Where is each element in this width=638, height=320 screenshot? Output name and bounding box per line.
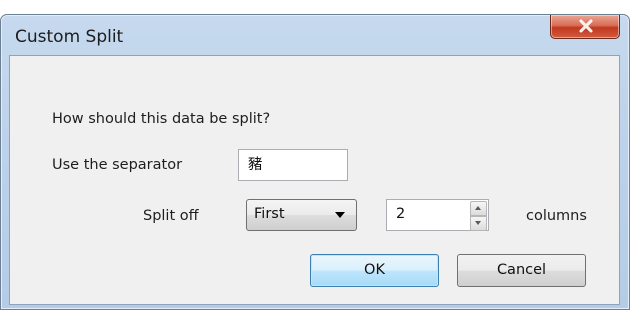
columns-label: columns [526,208,587,224]
dialog-body: How should this data be split? Use the s… [9,55,620,305]
columns-spinner[interactable]: 2 [386,199,489,231]
cancel-button[interactable]: Cancel [457,254,586,287]
spinner-buttons [470,201,487,231]
split-off-selected-value: First [254,206,285,222]
separator-input[interactable]: 豬 [238,149,348,181]
window-title: Custom Split [15,27,124,47]
split-off-dropdown[interactable]: First [246,199,357,231]
arrow-up-icon[interactable] [470,201,487,216]
close-icon [579,19,593,33]
columns-count-value: 2 [396,206,406,222]
separator-label: Use the separator [52,157,183,173]
split-question-label: How should this data be split? [52,111,271,127]
split-off-label: Split off [143,208,199,224]
ok-button[interactable]: OK [310,254,439,287]
close-button[interactable] [550,15,620,39]
title-bar[interactable]: Custom Split [1,15,629,55]
chevron-down-icon [335,212,345,218]
custom-split-dialog: Custom Split How should this data be spl… [0,14,630,310]
arrow-down-icon[interactable] [470,216,487,231]
